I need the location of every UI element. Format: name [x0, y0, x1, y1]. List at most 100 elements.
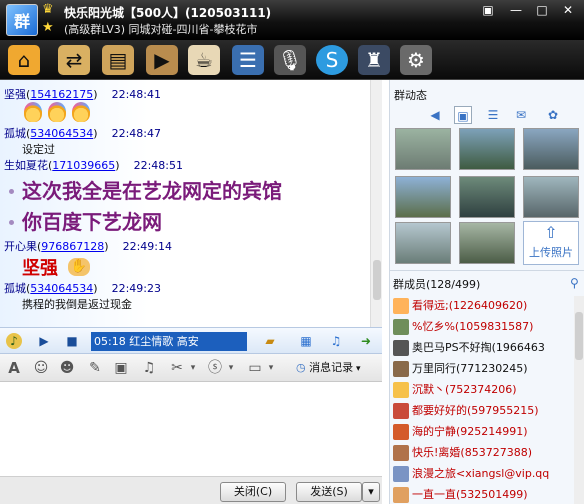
settings-icon[interactable]: ⚙ [400, 45, 432, 75]
admin-icon[interactable]: ♜ [358, 45, 390, 75]
member-item[interactable]: 沉默丶(752374206) [393, 380, 517, 400]
music-share-icon[interactable]: ♫ [140, 359, 158, 377]
member-item[interactable]: 海的宁静(925214991) [393, 422, 528, 442]
speaker-icon[interactable]: ◀ [426, 106, 444, 124]
members-scrollbar[interactable] [574, 296, 584, 504]
group-photo[interactable] [459, 176, 515, 218]
image-icon[interactable]: ▣ [112, 359, 130, 377]
comment-tab-icon[interactable]: ✉ [512, 106, 530, 124]
group-photo[interactable] [523, 128, 579, 170]
group-photo[interactable] [523, 176, 579, 218]
message-time: 22:49:14 [122, 240, 172, 253]
member-avatar [393, 298, 409, 314]
member-item[interactable]: %忆乡%(1059831587) [393, 317, 533, 337]
chevron-down-icon[interactable]: ▾ [262, 359, 280, 377]
group-photo[interactable] [395, 222, 451, 264]
photo-tab-icon[interactable]: ▣ [454, 106, 472, 124]
message-header: 坚强(154162175) 22:48:41 [4, 88, 161, 101]
soso-icon[interactable]: S [316, 45, 348, 75]
upload-photo-button[interactable]: ⇧ 上传照片 [523, 221, 579, 265]
emoticon-icon [72, 102, 90, 122]
now-playing[interactable]: 05:18 红尘情歌 高安 [91, 332, 247, 351]
title-bar[interactable]: 群 ♛ ★ 快乐阳光城【500人】(120503111) (高级群LV3) 同城… [0, 0, 584, 40]
sender-qq-link[interactable]: 534064534 [30, 127, 93, 140]
folder-icon[interactable]: ▰ [262, 333, 278, 349]
share-tab-icon[interactable]: ✿ [544, 106, 562, 124]
music-note-icon[interactable]: ♫ [328, 333, 344, 349]
notice-icon[interactable]: ☰ [232, 45, 264, 75]
album-icon[interactable]: ▤ [102, 45, 134, 75]
member-avatar [393, 445, 409, 461]
group-photo[interactable] [395, 176, 451, 218]
scroll-thumb[interactable] [373, 260, 381, 300]
member-item[interactable]: 一直一直(532501499) [393, 485, 528, 504]
menu-icon[interactable]: ▣ [478, 2, 498, 18]
group-photo[interactable] [459, 128, 515, 170]
group-photo[interactable] [459, 222, 515, 264]
member-item[interactable]: 快乐!离婚(853727388) [393, 443, 532, 463]
member-name: 沉默丶(752374206) [412, 383, 517, 396]
member-name: 快乐!离婚(853727388) [412, 446, 532, 459]
bullet-icon [9, 189, 14, 194]
send-button[interactable]: 发送(S) [296, 482, 362, 502]
message-input[interactable] [0, 382, 382, 476]
group-badge: 群 [13, 12, 30, 31]
bottom-bar: 关闭(C) 发送(S) ▾ [0, 476, 382, 504]
chat-scrollbar[interactable] [370, 80, 382, 327]
list-tab-icon[interactable]: ☰ [484, 106, 502, 124]
message-history-button[interactable]: ◷ 消息记录 ▾ [296, 359, 361, 377]
search-icon[interactable]: ⚲ [570, 276, 579, 290]
group-avatar[interactable]: 群 [6, 4, 38, 36]
font-icon[interactable]: A [5, 359, 23, 377]
member-avatar [393, 466, 409, 482]
doodle-icon[interactable]: ✎ [86, 359, 104, 377]
share-icon[interactable]: ⇄ [58, 45, 90, 75]
magic-face-icon[interactable]: ☻ [58, 359, 76, 377]
member-name: 奥巴马PS不好掏(1966463 [412, 341, 545, 354]
member-item[interactable]: 浪漫之旅<xiangsl@vip.qq [393, 464, 549, 484]
message-text: 设定过 [22, 143, 55, 156]
sender-qq-link[interactable]: 171039665 [52, 159, 115, 172]
exit-music-icon[interactable]: ➜ [358, 333, 374, 349]
scroll-thumb[interactable] [575, 312, 583, 360]
maximize-icon[interactable]: □ [532, 2, 552, 18]
video-icon[interactable]: ▶ [146, 45, 178, 75]
emoticon-icon [24, 102, 42, 122]
chevron-down-icon[interactable]: ▾ [222, 359, 240, 377]
coffee-icon[interactable]: ☕ [188, 45, 220, 75]
member-avatar [393, 424, 409, 440]
smiley-icon[interactable]: ☺ [32, 359, 50, 377]
chevron-down-icon[interactable]: ▾ [184, 359, 202, 377]
sender-qq-link[interactable]: 534064534 [30, 282, 93, 295]
microphone-icon[interactable]: 🎙 [274, 45, 306, 75]
chat-history[interactable]: 坚强(154162175) 22:48:41 孤城(534064534) 22:48… [0, 80, 370, 327]
message-time: 22:48:51 [133, 159, 183, 172]
message-time: 22:48:41 [111, 88, 161, 101]
member-item[interactable]: 看得远;(1226409620) [393, 296, 527, 316]
group-subtitle: (高级群LV3) 同城对碰-四川省-攀枝花市 [64, 23, 258, 36]
music-logo-icon[interactable]: ♪ [6, 333, 22, 349]
member-name: 都要好好的(597955215) [412, 404, 539, 417]
close-button[interactable]: 关闭(C) [220, 482, 286, 502]
group-title: 快乐阳光城【500人】(120503111) [64, 6, 272, 20]
sender-qq-link[interactable]: 154162175 [30, 88, 93, 101]
member-item[interactable]: 万里同行(771230245) [393, 359, 528, 379]
play-icon[interactable]: ▶ [36, 333, 52, 349]
handshake-icon: ✋ [68, 258, 90, 276]
member-item[interactable]: 都要好好的(597955215) [393, 401, 539, 421]
home-icon[interactable]: ⌂ [8, 45, 40, 75]
sender-qq-link[interactable]: 976867128 [41, 240, 104, 253]
history-label: 消息记录 [309, 361, 354, 374]
stop-icon[interactable]: ■ [64, 333, 80, 349]
member-avatar [393, 340, 409, 356]
group-photo[interactable] [395, 128, 451, 170]
send-options-chevron-icon[interactable]: ▾ [362, 482, 380, 502]
member-name: 浪漫之旅<xiangsl@vip.qq [412, 467, 550, 480]
playlist-icon[interactable]: ▦ [298, 333, 314, 349]
minimize-icon[interactable]: — [506, 2, 526, 18]
member-item[interactable]: 奥巴马PS不好掏(1966463 [393, 338, 545, 358]
history-clock-icon: ◷ [296, 361, 310, 374]
message-header: 生如夏花(171039665) 22:48:51 [4, 159, 183, 172]
close-icon[interactable]: ✕ [558, 2, 578, 18]
sender-name: 开心果 [4, 240, 37, 253]
